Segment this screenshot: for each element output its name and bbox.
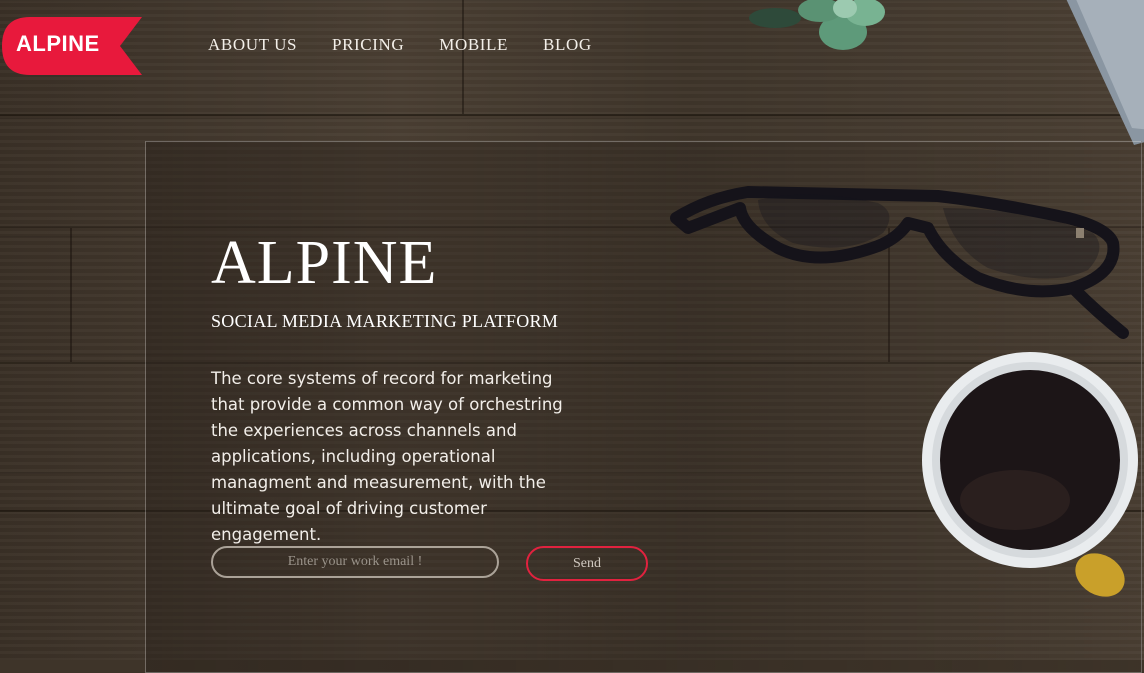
nav-pricing[interactable]: PRICING: [332, 35, 404, 55]
laptop-corner-image: [1066, 0, 1144, 145]
nav-mobile[interactable]: MOBILE: [439, 35, 508, 55]
plank-divider: [0, 114, 1144, 116]
brand-logo[interactable]: ALPINE: [2, 17, 142, 75]
email-input[interactable]: [211, 546, 499, 578]
logo-text: ALPINE: [16, 31, 100, 56]
eyeglasses-image: [670, 186, 1129, 339]
nav-about-us[interactable]: ABOUT US: [208, 35, 297, 55]
coffee-mug-image: [922, 352, 1138, 597]
send-button[interactable]: Send: [526, 546, 648, 581]
hero-subtitle: SOCIAL MEDIA MARKETING PLATFORM: [211, 311, 559, 331]
hero-description: The core systems of record for marketing…: [211, 369, 563, 544]
main-nav: ABOUT US PRICING MOBILE BLOG: [208, 35, 592, 55]
nav-blog[interactable]: BLOG: [543, 35, 592, 55]
plank-joint: [462, 0, 464, 114]
hero-title: ALPINE: [211, 229, 438, 297]
succulent-plant-image: [749, 0, 885, 50]
plank-joint: [70, 228, 72, 362]
